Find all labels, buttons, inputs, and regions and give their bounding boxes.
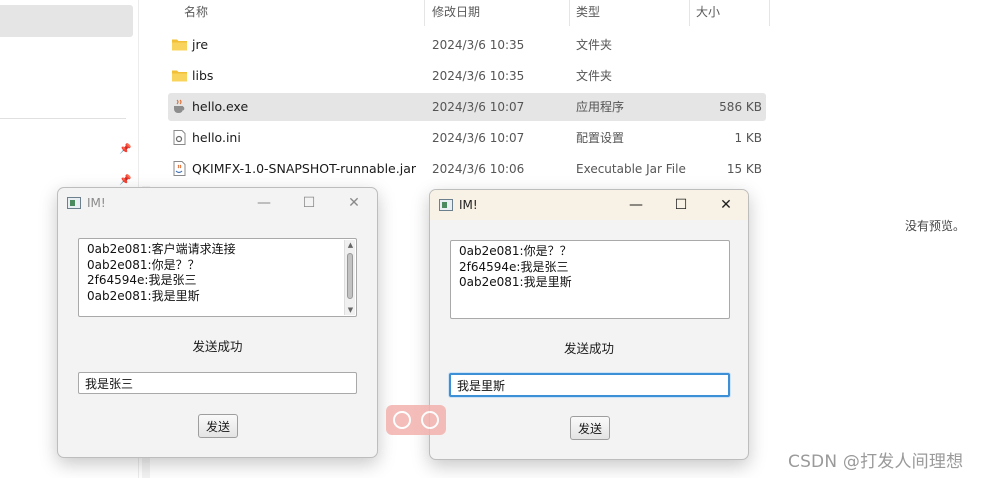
file-size: 586 KB <box>719 100 762 114</box>
file-date: 2024/3/6 10:07 <box>432 131 525 145</box>
file-row-jar[interactable]: QKIMFX-1.0-SNAPSHOT-runnable.jar 2024/3/… <box>168 155 766 183</box>
search-icon <box>421 411 439 429</box>
file-date: 2024/3/6 10:06 <box>432 162 525 176</box>
maximize-icon[interactable]: ☐ <box>286 188 332 218</box>
send-button[interactable]: 发送 <box>198 414 238 438</box>
watermark: CSDN @打发人间理想 <box>788 452 964 472</box>
scroll-up-icon[interactable]: ▲ <box>345 240 356 250</box>
title-bar[interactable]: IM! — ☐ ✕ <box>430 190 748 220</box>
message-line: 0ab2e081:你是？？ <box>459 244 572 258</box>
scroll-down-icon[interactable]: ▼ <box>345 305 356 315</box>
close-icon[interactable]: ✕ <box>331 188 377 218</box>
message-line: 2f64594e:我是张三 <box>87 273 197 287</box>
window-title: IM! <box>87 196 106 210</box>
column-separator[interactable] <box>424 0 425 26</box>
message-line: 0ab2e081:我是里斯 <box>459 275 572 289</box>
file-name: hello.exe <box>192 99 249 114</box>
file-row-libs[interactable]: libs 2024/3/6 10:35 文件夹 <box>168 62 766 90</box>
jar-file-icon <box>173 161 186 176</box>
title-bar[interactable]: IM! — ☐ ✕ <box>58 188 377 218</box>
file-date: 2024/3/6 10:35 <box>432 69 525 83</box>
send-status: 发送成功 <box>192 339 243 354</box>
window-title: IM! <box>459 198 478 212</box>
java-app-icon <box>67 197 81 209</box>
nav-item-selected[interactable] <box>0 5 133 37</box>
close-icon[interactable]: ✕ <box>703 190 748 220</box>
sort-caret-icon: ^ <box>297 0 305 5</box>
send-status: 发送成功 <box>563 341 614 356</box>
column-separator[interactable] <box>569 0 570 26</box>
file-row-hello-ini[interactable]: hello.ini 2024/3/6 10:07 配置设置 1 KB <box>168 124 766 152</box>
pin-icon[interactable]: 📌 <box>119 175 131 187</box>
minimize-icon[interactable]: — <box>241 188 287 218</box>
message-history[interactable]: 0ab2e081:你是？？ 2f64594e:我是张三 0ab2e081:我是里… <box>450 240 730 319</box>
file-row-jre[interactable]: jre 2024/3/6 10:35 文件夹 <box>168 31 766 59</box>
message-scrollbar[interactable]: ▲ ▼ <box>344 240 355 315</box>
send-button[interactable]: 发送 <box>570 416 610 440</box>
minimize-icon[interactable]: — <box>613 190 659 220</box>
file-type: 文件夹 <box>576 38 613 52</box>
message-input[interactable] <box>78 372 357 394</box>
file-name: hello.ini <box>192 130 241 145</box>
file-name: libs <box>192 68 214 83</box>
file-date: 2024/3/6 10:07 <box>432 100 525 114</box>
maximize-icon[interactable]: ☐ <box>658 190 704 220</box>
ai-icon <box>393 411 411 429</box>
file-row-hello-exe[interactable]: hello.exe 2024/3/6 10:07 应用程序 586 KB <box>168 93 766 121</box>
message-line: 0ab2e081:你是？？ <box>87 257 200 272</box>
folder-icon <box>172 70 187 82</box>
message-input[interactable] <box>449 373 730 397</box>
file-type: Executable Jar File <box>576 162 686 176</box>
scroll-thumb[interactable] <box>347 253 353 299</box>
ai-assistant-badge[interactable] <box>386 405 446 435</box>
file-type: 配置设置 <box>576 131 625 145</box>
message-line: 0ab2e081:客户端请求连接 <box>87 242 236 256</box>
file-type: 文件夹 <box>576 69 613 83</box>
chat-window-right[interactable]: IM! — ☐ ✕ 0ab2e081:你是？？ 2f64594e:我是张三 0a… <box>429 189 749 460</box>
preview-pane-text: 没有预览。 <box>905 219 966 233</box>
column-header-date[interactable]: 修改日期 <box>432 0 480 26</box>
file-name: jre <box>192 37 209 52</box>
folder-icon <box>172 39 187 51</box>
nav-divider <box>0 118 126 119</box>
pin-icon[interactable]: 📌 <box>119 144 131 156</box>
column-separator[interactable] <box>769 0 770 26</box>
column-header-name[interactable]: 名称 <box>184 0 208 26</box>
java-exe-icon <box>174 99 185 113</box>
column-header-type[interactable]: 类型 <box>576 0 600 26</box>
file-name: QKIMFX-1.0-SNAPSHOT-runnable.jar <box>192 161 416 176</box>
java-app-icon <box>439 199 453 211</box>
message-line: 2f64594e:我是张三 <box>459 259 569 274</box>
message-line: 0ab2e081:我是里斯 <box>87 288 200 303</box>
chat-window-left[interactable]: IM! — ☐ ✕ 0ab2e081:客户端请求连接 0ab2e081:你是？？… <box>57 187 378 458</box>
file-date: 2024/3/6 10:35 <box>432 38 525 52</box>
file-size: 1 KB <box>734 131 762 145</box>
file-size: 15 KB <box>726 162 762 176</box>
message-history[interactable]: 0ab2e081:客户端请求连接 0ab2e081:你是？？ 2f64594e:… <box>78 238 357 317</box>
file-type: 应用程序 <box>576 100 625 114</box>
column-header-size[interactable]: 大小 <box>696 0 720 26</box>
config-file-icon <box>173 130 186 145</box>
column-separator[interactable] <box>689 0 690 26</box>
